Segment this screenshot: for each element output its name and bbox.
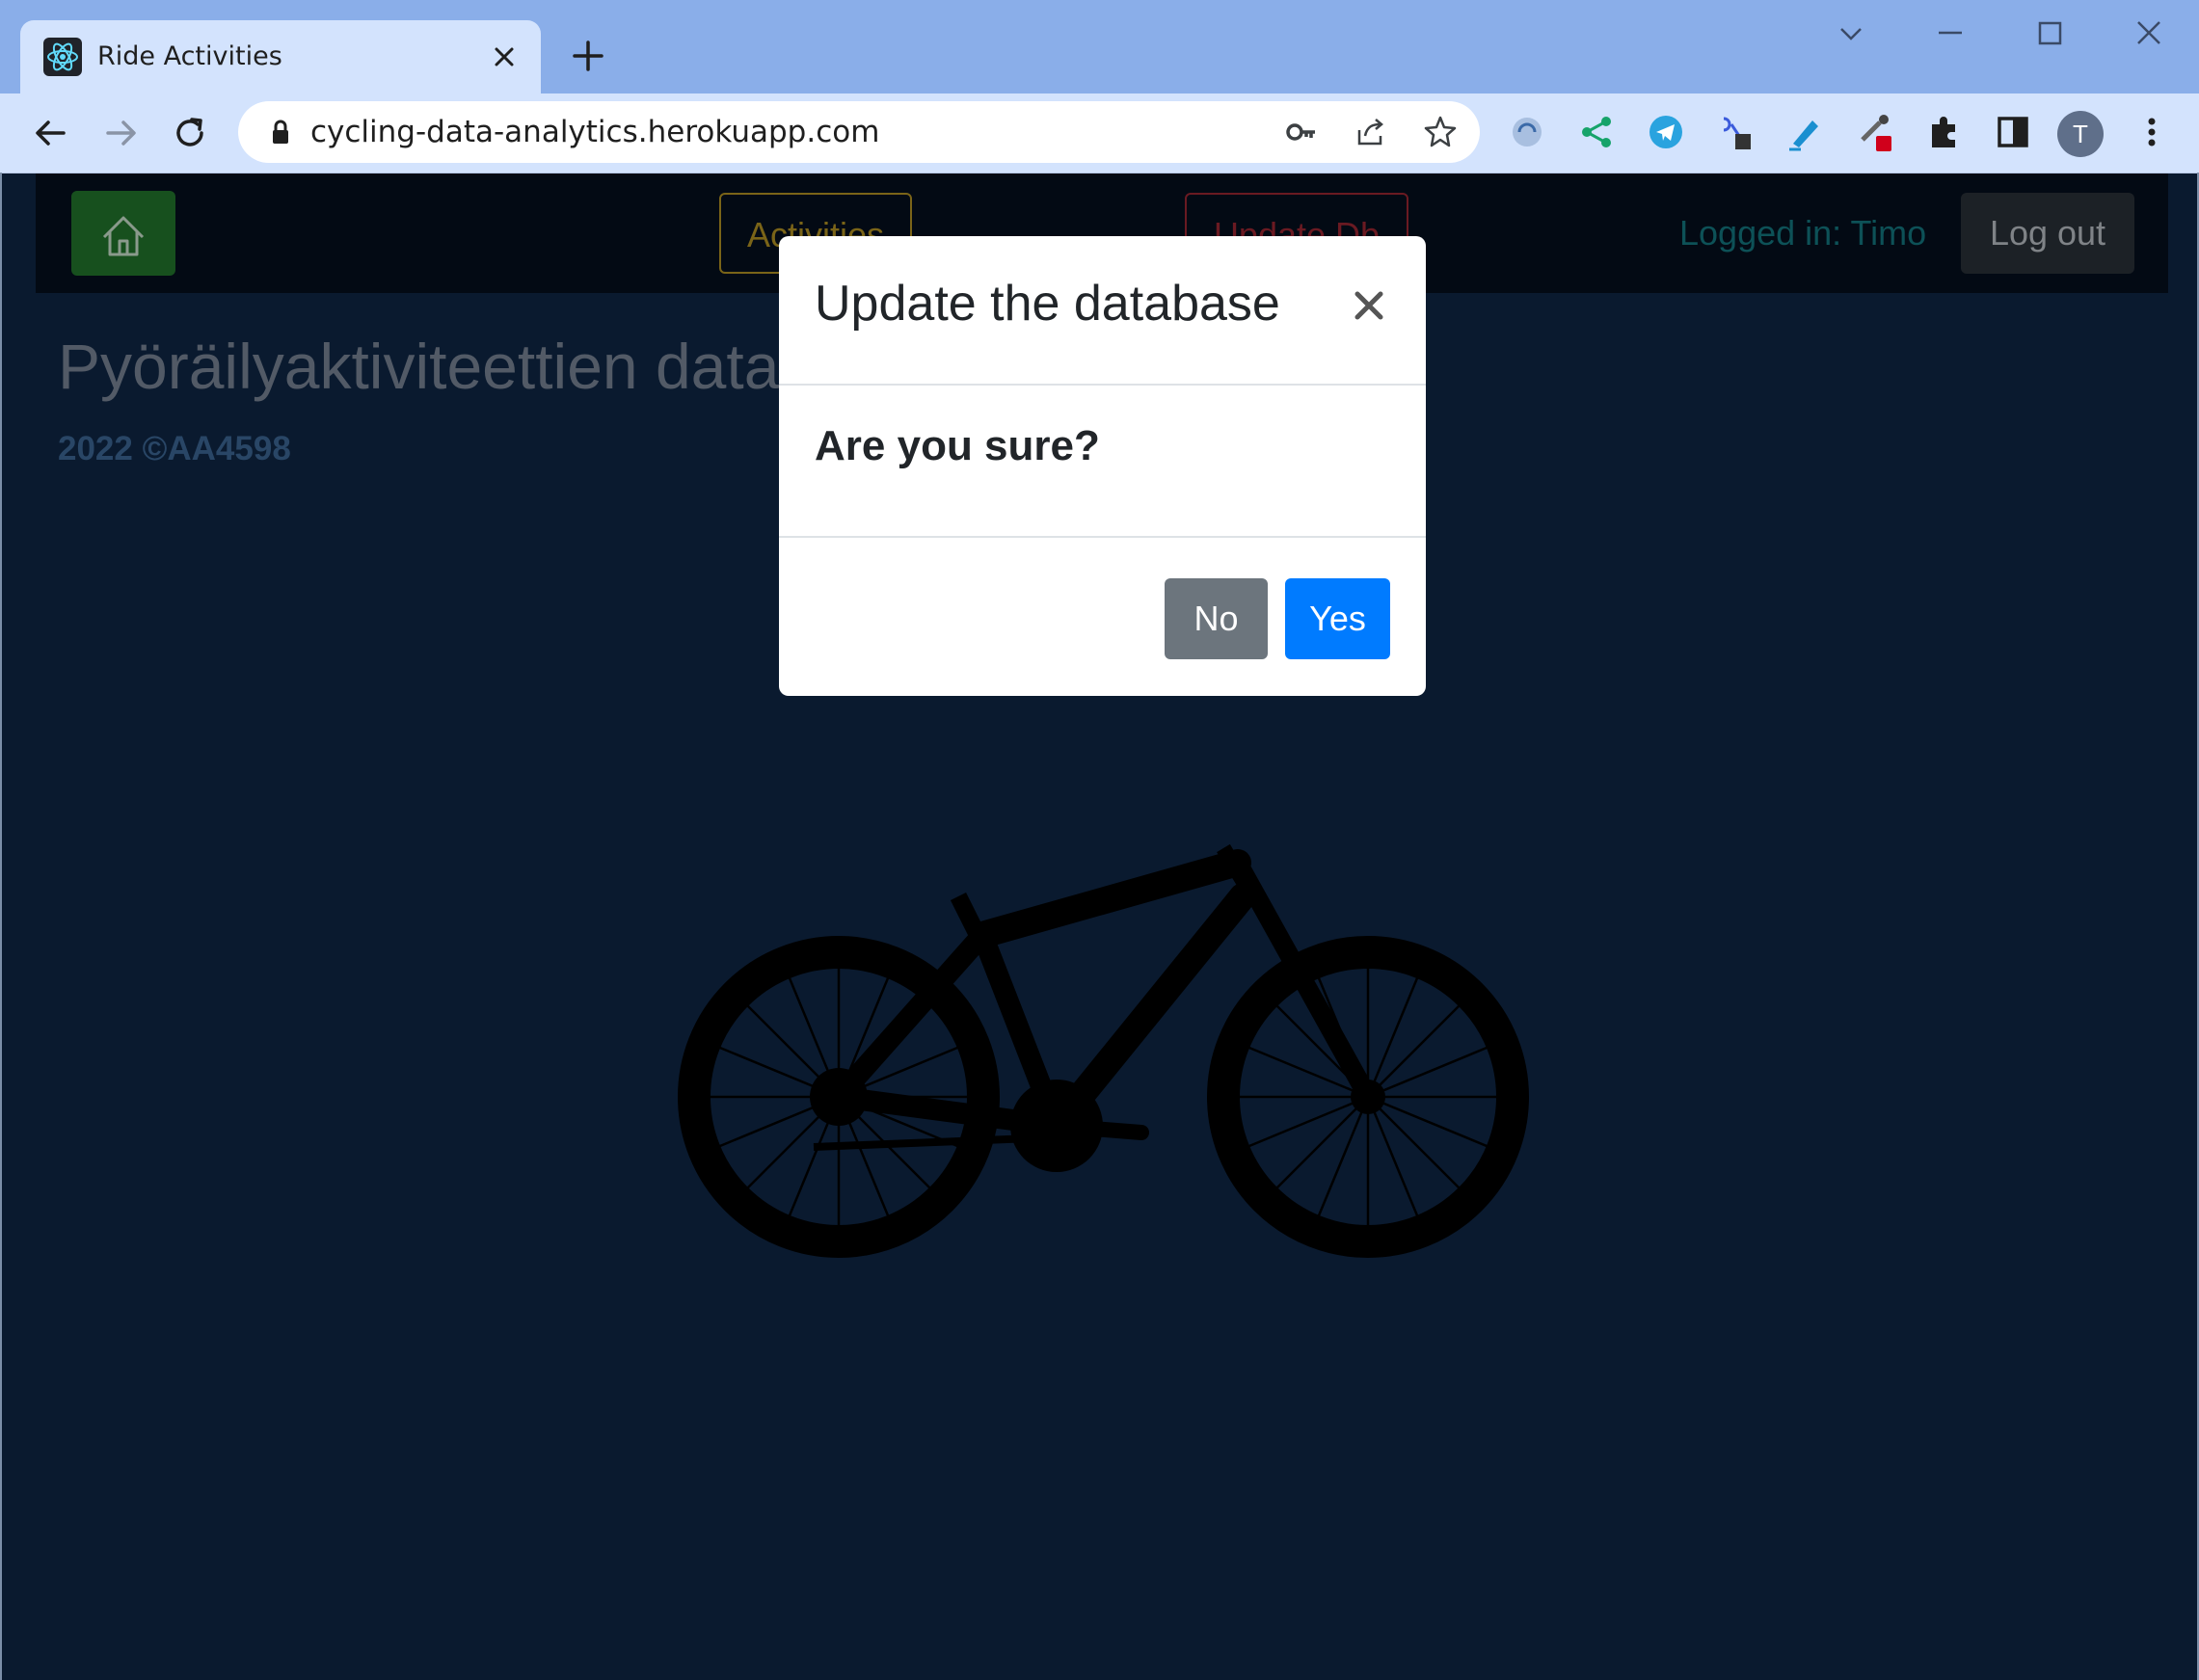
star-icon[interactable]: [1421, 113, 1460, 151]
link-icon[interactable]: [1714, 111, 1757, 153]
maximize-icon[interactable]: [2021, 13, 2078, 56]
modal-title: Update the database: [815, 276, 1280, 332]
modal-body: Are you sure?: [779, 386, 1426, 538]
confirm-modal: Update the database Are you sure? No Yes: [779, 236, 1426, 696]
modal-message: Are you sure?: [815, 422, 1100, 469]
bicycle-image: [678, 843, 1529, 1258]
tab-title: Ride Activities: [97, 41, 282, 71]
puzzle-icon[interactable]: [1922, 111, 1965, 153]
back-arrow-icon[interactable]: [29, 111, 73, 155]
browser-tab[interactable]: Ride Activities: [20, 20, 541, 93]
close-icon[interactable]: [487, 40, 522, 74]
minimize-icon[interactable]: [1921, 13, 1979, 56]
browser-title-bar: Ride Activities: [0, 0, 2199, 93]
kebab-menu-icon[interactable]: [2131, 111, 2173, 153]
browser-toolbar: cycling-data-analytics.herokuapp.com T: [0, 93, 2199, 174]
address-bar[interactable]: cycling-data-analytics.herokuapp.com: [238, 101, 1480, 163]
key-icon[interactable]: [1282, 113, 1321, 151]
close-window-icon[interactable]: [2120, 13, 2178, 56]
page-title: Pyöräilyaktiviteettien data: [58, 331, 780, 402]
color-picker-icon[interactable]: [1853, 111, 1895, 153]
house-icon: [102, 216, 145, 256]
sidepanel-icon[interactable]: [1992, 111, 2034, 153]
close-icon[interactable]: [1348, 284, 1390, 327]
logged-in-text: Logged in: Timo: [1679, 213, 1927, 253]
new-tab-icon[interactable]: [569, 37, 607, 75]
no-button[interactable]: No: [1165, 578, 1268, 659]
modal-header: Update the database: [779, 236, 1426, 386]
share-page-icon[interactable]: [1352, 113, 1390, 151]
extension-refresh-icon[interactable]: [1506, 111, 1548, 153]
copyright-text: 2022 ©AA4598: [58, 430, 291, 467]
lock-icon[interactable]: [261, 113, 300, 151]
forward-arrow-icon[interactable]: [98, 111, 143, 155]
share-icon[interactable]: [1575, 111, 1618, 153]
url-text[interactable]: cycling-data-analytics.herokuapp.com: [310, 101, 879, 163]
home-button[interactable]: [71, 191, 175, 276]
logout-button[interactable]: Log out: [1961, 193, 2134, 274]
tab-search-icon[interactable]: [1822, 13, 1880, 56]
highlighter-icon[interactable]: [1783, 111, 1826, 153]
yes-button[interactable]: Yes: [1285, 578, 1390, 659]
profile-avatar[interactable]: T: [2057, 111, 2104, 157]
telegram-icon[interactable]: [1645, 111, 1687, 153]
reload-icon[interactable]: [168, 111, 212, 155]
react-icon: [43, 38, 82, 76]
